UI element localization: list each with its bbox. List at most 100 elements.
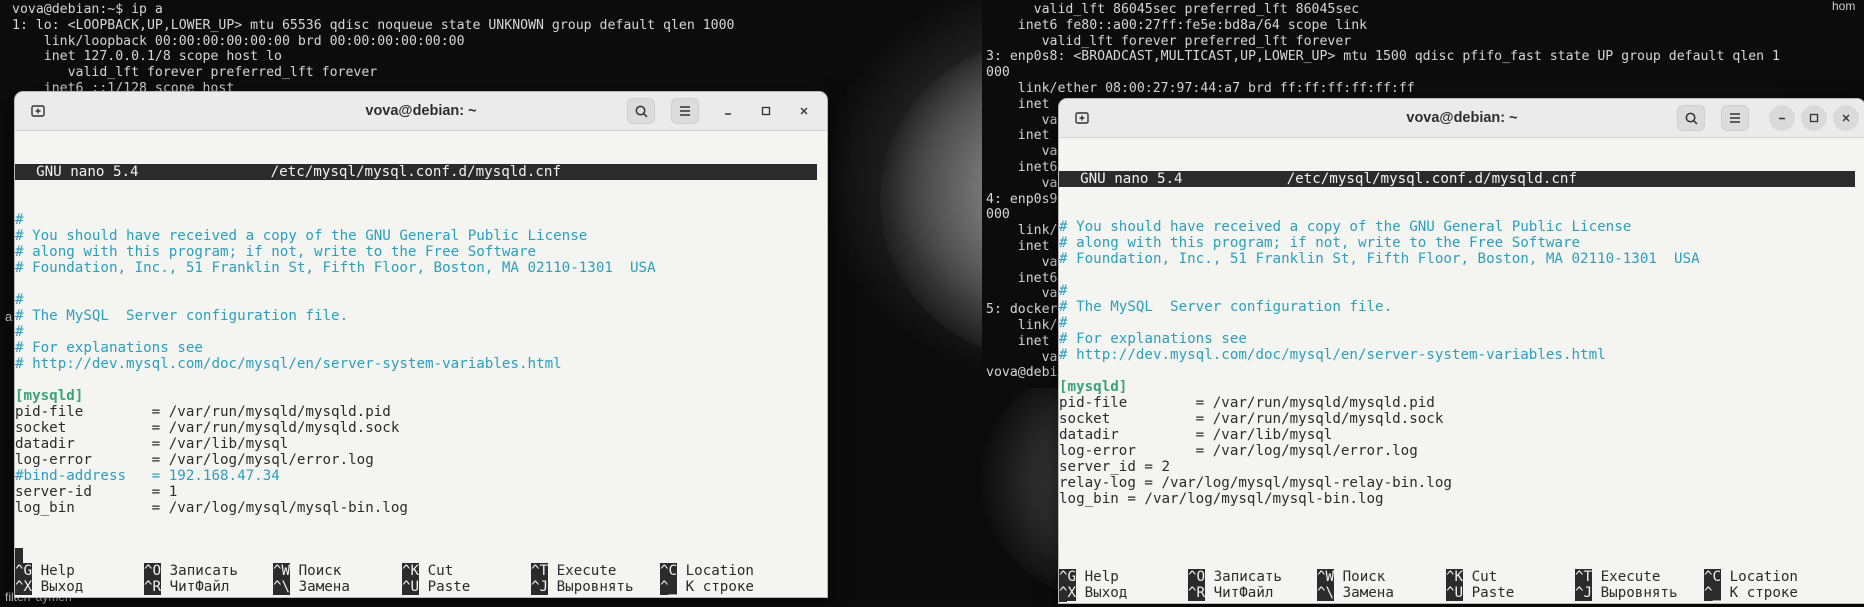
shortcut-key: ^T [531,563,549,579]
shortcut-item[interactable]: ^R ЧитФайл [1188,585,1273,601]
terminal-line: vova@debian:~$ ip a [12,2,163,17]
minimize-icon[interactable] [1769,105,1795,131]
config-line: socket = /var/run/mysqld/mysqld.sock [15,420,400,436]
config-comment-line: # [1059,315,1068,331]
terminal-window-right[interactable]: vova@debian: ~ GNU nano 5.4/etc/mysql/my… [1058,98,1864,604]
shortcut-item[interactable]: ^T Execute [1575,569,1660,585]
shortcut-item[interactable]: ^C Location [1704,569,1798,585]
shortcut-key: ^G [1059,569,1077,585]
config-comment-line: # You should have received a copy of the… [15,228,588,244]
shortcut-key: ^_ [1704,585,1722,601]
shortcut-item[interactable]: ^R ЧитФайл [144,579,229,595]
nano-version: GNU nano 5.4 [1063,171,1183,187]
config-comment-line: # The MySQL Server configuration file. [15,308,349,324]
shortcut-key: ^J [1575,585,1593,601]
window-titlebar[interactable]: vova@debian: ~ [1059,99,1864,138]
shortcut-item[interactable]: ^J Выровнять [531,579,634,595]
shortcut-item[interactable]: ^K Cut [402,563,453,579]
hamburger-menu-icon[interactable] [1721,105,1749,131]
shortcut-key: ^K [1446,569,1464,585]
config-line [15,372,827,388]
maximize-icon[interactable] [1801,105,1827,131]
shortcut-row: ^X Выход ^R ЧитФайл ^\ Замена ^U Paste ^J Вы… [15,579,827,595]
shortcut-item[interactable]: ^O Записать [144,563,238,579]
close-icon[interactable] [1833,105,1859,131]
config-line: datadir = /var/lib/mysql [15,436,289,452]
shortcut-item[interactable]: ^O Записать [1188,569,1282,585]
editor-text-area[interactable]: # # You should have received a copy of th… [15,212,827,516]
shortcut-label: Выход [1076,585,1128,601]
config-comment-line: # http://dev.mysql.com/doc/mysql/en/serv… [15,356,562,372]
config-line: log-error = /var/log/mysql/error.log [15,452,374,468]
nano-file-path: /etc/mysql/mysql.conf.d/mysqld.cnf [1286,171,1578,187]
shortcut-item[interactable]: ^U Paste [402,579,470,595]
config-line [1059,267,1864,283]
shortcut-item[interactable]: ^W Поиск [1317,569,1385,585]
terminal-line: link/ether 08:00:27:97:44:a7 brd ff:ff:f… [986,80,1415,96]
close-icon[interactable] [791,98,817,124]
shortcut-item[interactable]: ^G Help [1059,569,1119,585]
nano-editor[interactable]: GNU nano 5.4/etc/mysql/mysql.conf.d/mysq… [15,131,827,597]
config-line: log_bin = /var/log/mysql/mysql-bin.log [15,500,408,516]
config-comment-line: # [15,212,24,228]
config-comment-line: # along with this program; if not, write… [15,244,537,260]
config-line [15,276,827,292]
config-line [1059,363,1864,379]
shortcut-label: Paste [419,579,471,595]
shortcut-item[interactable]: ^\ Замена [1317,585,1394,601]
config-comment-line: # [1059,283,1068,299]
shortcut-row: ^G Help ^O Записать ^W Поиск ^K Cut ^T Execu… [15,563,827,579]
search-icon[interactable] [1677,105,1705,131]
shortcut-item[interactable]: ^T Execute [531,563,616,579]
shortcut-key: ^W [1317,569,1335,585]
nano-shortcut-bar: ^G Help ^O Записать ^W Поиск ^K Cut ^T Execu… [1059,569,1864,603]
shortcut-label: Записать [1205,569,1282,585]
shortcut-key: ^T [1575,569,1593,585]
shortcut-key: ^O [144,563,162,579]
shortcut-item[interactable]: ^_ К строке [660,579,754,595]
window-titlebar[interactable]: vova@debian: ~ [15,92,827,131]
nano-editor[interactable]: GNU nano 5.4/etc/mysql/mysql.conf.d/mysq… [1059,138,1864,603]
config-comment-line: # Foundation, Inc., 51 Franklin St, Fift… [15,260,656,276]
config-line: log_bin = /var/log/mysql/mysql-bin.log [1059,491,1384,507]
config-line: log-error = /var/log/mysql/error.log [1059,443,1418,459]
shortcut-item[interactable]: ^X Выход [15,579,83,595]
shortcut-label: Location [677,563,754,579]
shortcut-item[interactable]: ^C Location [660,563,754,579]
config-comment-line: # You should have received a copy of the… [1059,219,1632,235]
hamburger-menu-icon[interactable] [671,98,699,124]
cursor-line[interactable] [15,548,827,564]
search-icon[interactable] [627,98,655,124]
shortcut-item[interactable]: ^K Cut [1446,569,1497,585]
shortcut-label: Execute [548,563,617,579]
shortcut-label: Записать [161,563,238,579]
shortcut-label: Выровнять [548,579,634,595]
shortcut-item[interactable]: ^U Paste [1446,585,1514,601]
config-comment-line: # For explanations see [15,340,203,356]
terminal-line: inet6 fe80::a00:27ff:fe5e:bd8a/64 scope … [986,17,1368,33]
shortcut-item[interactable]: ^G Help [15,563,75,579]
maximize-icon[interactable] [753,98,779,124]
editor-text-area[interactable]: # You should have received a copy of the… [1059,219,1864,507]
terminal-line: inet 127.0.0.1/8 scope host lo [12,49,282,65]
shortcut-item[interactable]: ^X Выход [1059,585,1127,601]
window-title: vova@debian: ~ [365,103,477,119]
config-line: pid-file = /var/run/mysqld/mysqld.pid [1059,395,1435,411]
shortcut-key: ^O [1188,569,1206,585]
config-line: datadir = /var/lib/mysql [1059,427,1333,443]
terminal-window-left[interactable]: vova@debian: ~ GNU nano 5.4/etc/mysql/my… [14,91,828,598]
shortcut-label: Поиск [290,563,342,579]
shortcut-label: Help [32,563,75,579]
shortcut-item[interactable]: ^W Поиск [273,563,341,579]
shortcut-item[interactable]: ^_ К строке [1704,585,1798,601]
terminal-line: 000 [986,65,1010,81]
config-comment-line: # For explanations see [1059,331,1247,347]
shortcut-item[interactable]: ^\ Замена [273,579,350,595]
minimize-icon[interactable] [715,98,741,124]
shortcut-key: ^G [15,563,33,579]
terminal-line: 3: enp0s8: <BROADCAST,MULTICAST,UP,LOWER… [986,49,1780,65]
config-comment-line: # along with this program; if not, write… [1059,235,1581,251]
config-comment-line: # The MySQL Server configuration file. [1059,299,1393,315]
background-terminal-left[interactable]: vova@debian:~$ ip a 1: lo: <LOOPBACK,UP,L… [0,0,830,100]
shortcut-item[interactable]: ^J Выровнять [1575,585,1678,601]
